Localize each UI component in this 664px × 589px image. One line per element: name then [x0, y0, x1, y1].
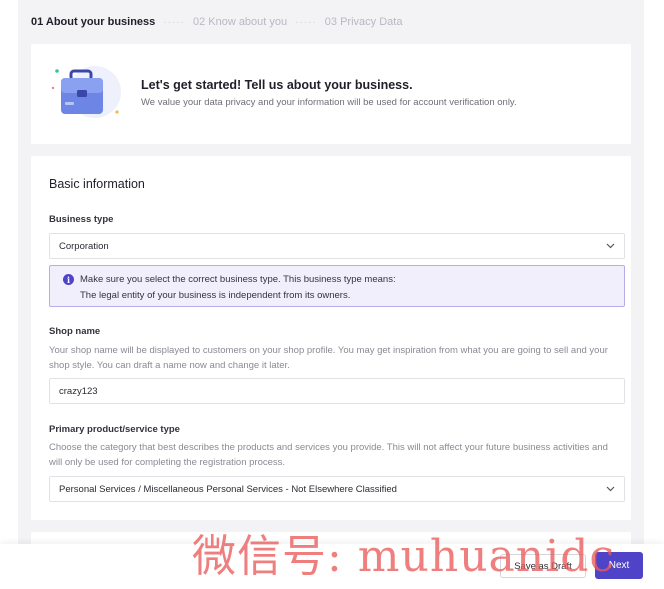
business-type-label: Business type — [49, 214, 114, 225]
notice-line-1: Make sure you select the correct busines… — [80, 274, 396, 285]
page-frame: 01 About your business ····· 02 Know abo… — [18, 0, 644, 589]
footer-bar: Save as Draft Next — [0, 544, 664, 589]
chevron-down-icon — [605, 484, 615, 494]
step-separator: ····· — [163, 16, 185, 28]
product-type-hint: Choose the category that best describes … — [49, 442, 608, 468]
step-about-business[interactable]: 01 About your business — [31, 16, 155, 28]
product-type-select[interactable]: Personal Services / Miscellaneous Person… — [49, 476, 625, 502]
step-separator: ····· — [295, 16, 317, 28]
intro-subtitle: We value your data privacy and your info… — [141, 97, 517, 108]
step-privacy-data[interactable]: 03 Privacy Data — [325, 16, 403, 28]
business-type-notice: i Make sure you select the correct busin… — [49, 265, 625, 307]
business-type-select[interactable]: Corporation — [49, 233, 625, 259]
stepper: 01 About your business ····· 02 Know abo… — [31, 14, 402, 30]
product-type-value: Personal Services / Miscellaneous Person… — [59, 483, 397, 495]
shop-name-input[interactable]: crazy123 — [49, 378, 625, 404]
shop-name-label: Shop name — [49, 326, 101, 337]
shop-name-value: crazy123 — [59, 385, 98, 397]
intro-title: Let's get started! Tell us about your bu… — [141, 78, 413, 92]
notice-line-2: The legal entity of your business is ind… — [80, 290, 351, 301]
info-icon: i — [63, 274, 74, 285]
basic-info-card: Basic information Business type Corporat… — [31, 156, 631, 520]
briefcase-icon — [49, 62, 125, 126]
step-know-about-you[interactable]: 02 Know about you — [193, 16, 287, 28]
business-type-value: Corporation — [59, 240, 109, 252]
product-type-label: Primary product/service type — [49, 424, 180, 435]
chevron-down-icon — [605, 241, 615, 251]
section-title: Basic information — [49, 177, 145, 191]
shop-name-hint: Your shop name will be displayed to cust… — [49, 345, 608, 371]
intro-card: Let's get started! Tell us about your bu… — [31, 44, 631, 144]
next-button[interactable]: Next — [595, 552, 643, 579]
save-draft-button[interactable]: Save as Draft — [500, 554, 586, 578]
